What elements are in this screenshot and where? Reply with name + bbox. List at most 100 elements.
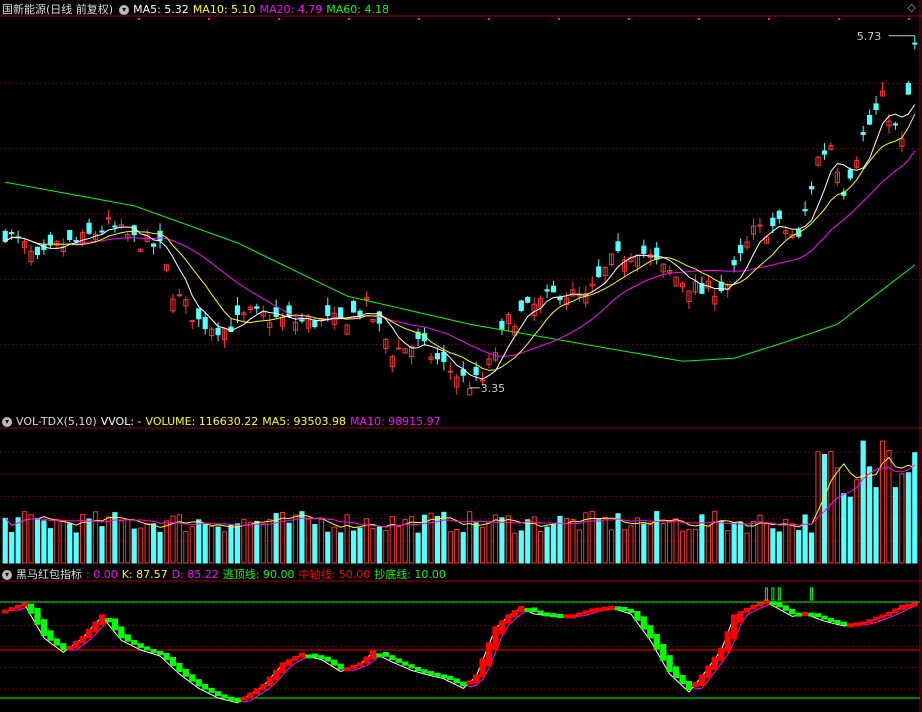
volume-bar [15,517,21,564]
volume-bar [221,531,228,564]
kd-block [144,646,151,651]
volume-label-2: MA5: 93503.98 [262,415,346,428]
ma60-line [5,181,916,362]
kd-block [292,656,299,661]
candle-body [473,366,479,376]
k-line [5,601,915,704]
volume-bar [821,453,828,564]
volume-bar [796,530,802,564]
volume-bar [867,466,873,564]
volume-bar [679,530,686,564]
kd-block [614,606,622,611]
ma-legend: MA5: 5.32 MA10: 5.10 MA20: 4.79 MA60: 4.18 [133,3,393,16]
kd-block [253,688,260,695]
kd-block [569,614,576,619]
kd-block [589,608,596,613]
kd-block [756,602,764,607]
volume-bar [9,531,15,564]
kd-block [595,607,602,612]
candle-body [234,305,241,315]
kd-block [34,608,41,625]
candle-body [202,317,208,330]
kd-block [227,696,235,701]
kd-block [137,643,144,648]
kd-block [182,669,189,677]
volume-bar [292,514,299,564]
kd-block [79,636,86,644]
kd-block [85,628,93,639]
kd-block [98,614,106,626]
volume-bar [744,532,750,564]
kd-block [421,669,428,674]
candle-body [112,225,118,228]
volume-bar [60,520,66,564]
kd-block [163,653,170,660]
chevron-down-icon[interactable]: ▾ [2,417,12,427]
volume-label-0: VVOL: - [100,415,142,428]
volume-bar [634,517,640,564]
ma5-line [4,104,916,380]
candle-body [338,307,344,318]
volume-bar [686,529,692,564]
top-dot-marker [558,18,560,20]
candle-body [67,230,73,241]
kd-block [879,614,886,619]
kd-block [782,605,789,611]
kd-block [892,608,899,614]
candle-body [73,239,79,242]
kd-block [769,601,776,606]
volume-bar [641,523,647,564]
ma-label-0: MA5: 5.32 [133,3,189,16]
candle-body [912,42,918,45]
ma20-line [4,150,916,357]
volume-bar [189,526,195,564]
volume-bar [608,529,615,564]
kd-block [795,612,802,617]
diamond-icon[interactable]: ◇ [908,1,916,14]
kd-block [692,682,699,687]
volume-bar [196,519,202,564]
chevron-down-icon[interactable]: ▾ [2,570,12,580]
kd-block [208,688,215,693]
kd-block [215,691,222,696]
candle-body [273,307,279,317]
kd-block [647,625,654,639]
volume-label-1: VOLUME: 116630.22 [145,415,259,428]
volume-bar [202,523,208,564]
candle-body [189,320,195,323]
volume-bar [467,511,473,564]
volume-bar [454,528,460,564]
kd-block [582,610,589,615]
top-dot-marker [768,18,770,20]
volume-bar [396,526,402,564]
kd-block [905,603,912,608]
candle-body [867,114,873,125]
kd-block [118,626,125,639]
volume-bar [602,516,608,564]
kd-block [131,640,138,645]
kd-block [350,664,357,669]
volume-bar [99,526,105,564]
volume-bar [131,528,137,564]
chevron-down-icon[interactable]: ▾ [119,5,130,15]
volume-bar [209,525,215,564]
kd-block [285,659,293,666]
candle-body [499,320,505,330]
volume-bar [105,516,112,564]
volume-bar [525,519,531,564]
kd-block [621,607,628,611]
kd-block [402,661,409,666]
volume-bar [499,517,505,564]
kd-block [524,608,531,613]
volume-bar [738,521,744,564]
volume-bar [34,517,41,564]
candle-body [176,294,182,297]
kd-block [124,634,131,642]
volume-bar [692,528,699,564]
kd-block [731,614,738,640]
kd-block [92,621,99,633]
kd-block [260,684,267,691]
volume-bar [808,532,815,564]
volume-bar [473,522,479,564]
volume-bar [150,523,157,564]
